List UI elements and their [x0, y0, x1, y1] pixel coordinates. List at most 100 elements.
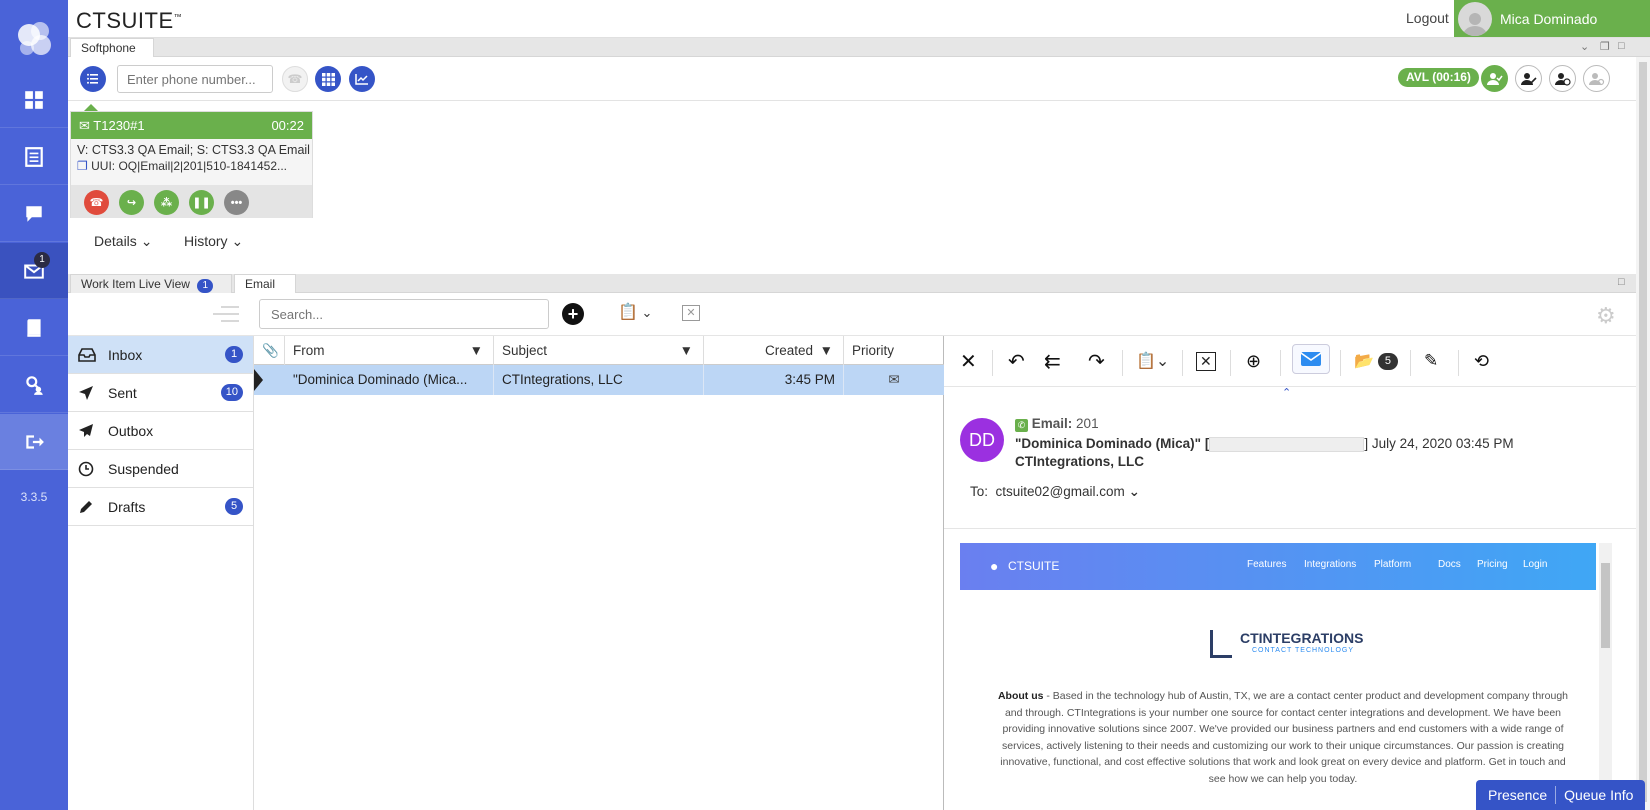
folder-drafts[interactable]: Drafts 5	[68, 488, 253, 526]
template-dropdown-button[interactable]: 📋 ⌄	[618, 302, 652, 322]
recipient-line: To: ctsuite02@gmail.com ⌄	[970, 484, 1140, 500]
tab-email[interactable]: Email	[234, 274, 296, 293]
folders-button[interactable]: 📂 5	[1354, 348, 1398, 374]
conference-button[interactable]: ⁂	[154, 190, 179, 215]
folder-label: Suspended	[108, 460, 179, 477]
email-id-line: ✆ Email: 201	[1015, 416, 1099, 432]
email-folders: Inbox 1 Sent 10 Outbox Suspended Drafts …	[68, 336, 254, 810]
maximize-icon[interactable]: □	[1618, 40, 1625, 52]
page-scrollbar[interactable]	[1636, 57, 1650, 810]
nav-work-items[interactable]	[0, 129, 68, 185]
folder-sent[interactable]: Sent 10	[68, 374, 253, 412]
preview-logo-subtitle: CONTACT TECHNOLOGY	[1252, 647, 1355, 654]
collapse-folders-icon[interactable]	[213, 305, 239, 323]
history-dropdown[interactable]: History ⌄	[184, 233, 243, 250]
book-icon	[27, 318, 41, 337]
user-menu[interactable]: Mica Dominado	[1454, 0, 1650, 37]
preview-nav-features[interactable]: Features	[1247, 559, 1286, 570]
logout-link[interactable]: Logout	[1406, 10, 1449, 26]
created-column-header[interactable]: Created ▼	[704, 336, 844, 365]
settings-button[interactable]: ⚙	[1596, 303, 1616, 329]
chevron-double-down-icon[interactable]: ⌄	[1129, 484, 1140, 499]
preview-nav-login[interactable]: Login	[1523, 559, 1547, 570]
table-row[interactable]: "Dominica Dominado (Mica... CTIntegratio…	[254, 365, 944, 395]
about-text: - Based in the technology hub of Austin,…	[1000, 690, 1569, 785]
disposition-button[interactable]: ✎	[1424, 348, 1438, 374]
template-dropdown-button[interactable]: 📋 ⌄	[1136, 348, 1169, 374]
reply-icon: ↶	[1008, 350, 1025, 373]
collapse-header-icon[interactable]: ⌃	[1282, 386, 1291, 399]
preview-nav-integrations[interactable]: Integrations	[1304, 559, 1356, 570]
break-state-button[interactable]	[1549, 65, 1576, 92]
details-dropdown[interactable]: Details ⌄	[94, 233, 152, 250]
from-column-header[interactable]: From ▼	[285, 336, 494, 365]
collapse-icon[interactable]: ⌄	[1580, 40, 1589, 53]
tab-live-view-badge: 1	[197, 279, 214, 293]
user-settings-icon	[1588, 72, 1604, 85]
preview-nav-docs[interactable]: Docs	[1438, 559, 1461, 570]
nav-chat[interactable]	[0, 186, 68, 242]
folder-outbox[interactable]: Outbox	[68, 412, 253, 450]
list-icon	[87, 73, 98, 84]
row-priority: ✉	[844, 365, 944, 395]
preview-nav-pricing[interactable]: Pricing	[1477, 559, 1508, 570]
copy-icon[interactable]: ❐	[77, 159, 88, 173]
folder-label: Sent	[108, 384, 137, 401]
attachment-column[interactable]: 📎	[254, 336, 285, 365]
filter-icon[interactable]: ▼	[470, 336, 483, 365]
filter-icon[interactable]: ▼	[820, 336, 833, 365]
presence-button[interactable]: Presence	[1488, 787, 1547, 803]
phone-number-input[interactable]	[117, 65, 273, 93]
left-sidebar: 1 3.3.5	[0, 0, 68, 810]
panel-tabstrip: Work Item Live View 1 Email □	[68, 274, 1650, 293]
add-button[interactable]: ⊕	[1246, 348, 1261, 374]
agent-status-badge[interactable]: AVL (00:16)	[1398, 68, 1479, 87]
nav-dashboard[interactable]	[0, 72, 68, 128]
available-state-button[interactable]	[1481, 65, 1508, 92]
discard-button[interactable]: ✕	[1196, 348, 1216, 374]
nav-contacts[interactable]	[0, 357, 68, 413]
unavailable-state-button[interactable]	[1583, 65, 1610, 92]
preview-nav-platform[interactable]: Platform	[1374, 559, 1411, 570]
dial-button[interactable]: ☎	[282, 66, 308, 92]
hangup-icon: ☎	[89, 197, 104, 209]
email-view-button[interactable]	[1292, 344, 1330, 374]
email-search-input[interactable]	[259, 299, 549, 329]
restore-icon[interactable]: ❐	[1600, 40, 1610, 53]
new-email-button[interactable]: +	[562, 303, 584, 325]
forward-button[interactable]: ↷	[1088, 348, 1105, 374]
active-interaction-card[interactable]: ✉ T1230#1 00:22 V: CTS3.3 QA Email; S: C…	[70, 111, 313, 218]
more-button[interactable]: •••	[224, 190, 249, 215]
folder-suspended[interactable]: Suspended	[68, 450, 253, 488]
close-reader-button[interactable]: ✕	[960, 348, 977, 374]
reply-button[interactable]: ↶	[1008, 348, 1025, 374]
folder-badge: 1	[225, 346, 243, 363]
filter-icon[interactable]: ▼	[680, 336, 693, 365]
grid-button[interactable]	[315, 66, 341, 92]
reply-all-button[interactable]: ⇇	[1044, 348, 1061, 374]
dialpad-menu-button[interactable]	[80, 66, 106, 92]
subject-column-header[interactable]: Subject ▼	[494, 336, 704, 365]
wrapup-state-button[interactable]	[1515, 65, 1542, 92]
folder-inbox[interactable]: Inbox 1	[68, 336, 253, 374]
nav-email[interactable]: 1	[0, 243, 68, 299]
stats-button[interactable]	[349, 66, 375, 92]
queue-info-button[interactable]: Queue Info	[1564, 787, 1633, 803]
hangup-button[interactable]: ☎	[84, 190, 109, 215]
discard-button[interactable]: ✕	[682, 305, 700, 321]
nav-logout[interactable]	[0, 414, 68, 470]
history-button[interactable]: ⟲	[1474, 348, 1489, 374]
interaction-uui: UUI: OQ|Email|2|201|510-1841452...	[91, 159, 288, 173]
list-icon	[25, 146, 43, 167]
maximize-icon[interactable]: □	[1618, 276, 1625, 288]
tab-softphone[interactable]: Softphone	[70, 38, 154, 57]
email-badge: 1	[34, 252, 50, 268]
reply-all-icon: ⇇	[1044, 350, 1061, 373]
hold-button[interactable]: ❚❚	[189, 190, 214, 215]
preview-scrollbar[interactable]	[1599, 543, 1612, 810]
priority-column-header[interactable]: Priority	[844, 336, 944, 365]
transfer-button[interactable]: ↪	[119, 190, 144, 215]
email-reader: ✕ ↶ ⇇ ↷ 📋 ⌄ ✕ ⊕ 📂 5 ✎ ⟲ ⌃ DD ✆ Email: 201 …	[944, 336, 1650, 810]
tab-live-view[interactable]: Work Item Live View 1	[70, 274, 232, 293]
nav-knowledge[interactable]	[0, 300, 68, 356]
